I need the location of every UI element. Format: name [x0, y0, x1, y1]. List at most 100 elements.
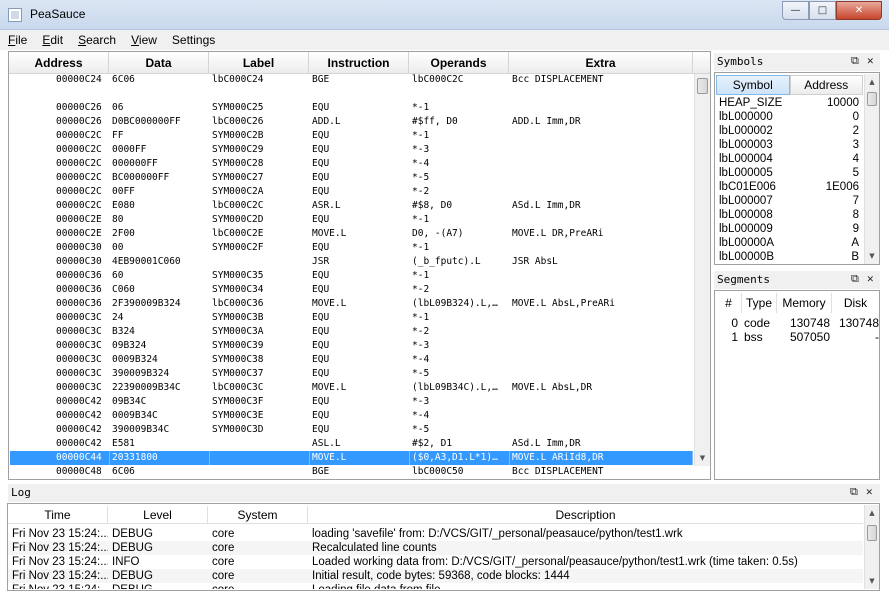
- table-row[interactable]: 00000C30 4EB90001C060 JSR (_b_fputc).L JSR A…: [10, 255, 693, 269]
- log-rows[interactable]: Fri Nov 23 15:24:... DEBUG core loading 'sa…: [8, 527, 863, 589]
- col-label[interactable]: Label: [209, 52, 309, 73]
- list-item[interactable]: lbL000003 3: [716, 138, 863, 152]
- cell-label: [210, 255, 310, 269]
- list-item[interactable]: lbL000002 2: [716, 124, 863, 138]
- col-instruction[interactable]: Instruction: [309, 52, 409, 73]
- segments-dock-header[interactable]: Segments ⧉ ✕: [714, 271, 880, 289]
- table-row[interactable]: 00000C2C BC000000FF SYM000C27 EQU *-5: [10, 171, 693, 185]
- scroll-up-arrow-icon[interactable]: ▲: [865, 505, 879, 521]
- list-item[interactable]: lbL000008 8: [716, 208, 863, 222]
- scroll-down-arrow-icon[interactable]: ▼: [695, 450, 710, 466]
- col-seg-type[interactable]: Type: [742, 293, 777, 313]
- table-row[interactable]: 00000C44 20331800 MOVE.L ($0,A3,D1.L*1)… MOV…: [10, 451, 693, 465]
- scroll-thumb[interactable]: [867, 525, 877, 541]
- menu-settings[interactable]: Settings: [164, 30, 222, 50]
- table-row[interactable]: 00000C2C FF SYM000C2B EQU *-1: [10, 129, 693, 143]
- float-icon[interactable]: ⧉: [851, 54, 859, 68]
- scroll-thumb[interactable]: [867, 92, 877, 106]
- col-data[interactable]: Data: [109, 52, 209, 73]
- col-level[interactable]: Level: [108, 506, 208, 523]
- symbols-list[interactable]: HEAP_SIZE 10000 lbL000000 0 lbL000002 2 lbL000…: [716, 96, 863, 264]
- col-sym-address[interactable]: Address: [789, 75, 863, 95]
- menu-view[interactable]: View: [123, 30, 164, 50]
- col-seg-memory[interactable]: Memory: [777, 293, 832, 313]
- close-icon[interactable]: ✕: [867, 54, 874, 67]
- table-row[interactable]: 00000C30 00 SYM000C2F EQU *-1: [10, 241, 693, 255]
- table-row[interactable]: Fri Nov 23 15:24:... DEBUG core Recalculate…: [8, 541, 863, 555]
- scroll-down-arrow-icon[interactable]: ▼: [865, 248, 879, 264]
- table-row[interactable]: 1 bss 507050 -: [716, 330, 879, 344]
- float-icon[interactable]: ⧉: [850, 485, 858, 499]
- table-row[interactable]: Fri Nov 23 15:24:...DEBUGcoreLoading fil…: [8, 583, 863, 589]
- close-icon[interactable]: ✕: [866, 485, 873, 498]
- menu-search[interactable]: Search: [70, 30, 123, 50]
- table-row[interactable]: 00000C3C 0009B324 SYM000C38 EQU *-4: [10, 353, 693, 367]
- log-vscroll[interactable]: ▲ ▼: [864, 505, 879, 589]
- maximize-button[interactable]: □: [809, 1, 836, 20]
- table-row[interactable]: 00000C24 6C06 lbC000C24 BGE lbC000C2C Bcc DIS…: [10, 73, 693, 87]
- table-row[interactable]: 00000C3C 09B324 SYM000C39 EQU *-3: [10, 339, 693, 353]
- table-row[interactable]: 00000C3C 22390009B34C lbC000C3C MOVE.L (lbL0…: [10, 381, 693, 395]
- table-row[interactable]: 00000C36 60 SYM000C35 EQU *-1: [10, 269, 693, 283]
- table-row[interactable]: Fri Nov 23 15:24:... INFO core Loaded worki…: [8, 555, 863, 569]
- table-row[interactable]: 00000C2C 0000FF SYM000C29 EQU *-3: [10, 143, 693, 157]
- title-bar[interactable]: PeaSauce — □ ✕: [0, 0, 889, 30]
- close-button[interactable]: ✕: [836, 1, 882, 20]
- table-row[interactable]: 00000C3C 24 SYM000C3B EQU *-1: [10, 311, 693, 325]
- cell-instruction: [310, 87, 410, 101]
- col-seg-disk[interactable]: Disk: [832, 293, 879, 313]
- disassembly-vscroll[interactable]: ▲ ▼: [694, 74, 710, 466]
- scroll-thumb[interactable]: [697, 78, 708, 94]
- list-item[interactable]: lbL00000B B: [716, 250, 863, 264]
- scroll-up-arrow-icon[interactable]: ▲: [865, 74, 879, 90]
- table-row[interactable]: 00000C42 390009B34C SYM000C3D EQU *-5: [10, 423, 693, 437]
- table-row[interactable]: 00000C2E 80 SYM000C2D EQU *-1: [10, 213, 693, 227]
- table-row[interactable]: 00000C36 2F390009B324 lbC000C36 MOVE.L (lbL0…: [10, 297, 693, 311]
- table-row[interactable]: Fri Nov 23 15:24:... DEBUG core loading 'sa…: [8, 527, 863, 541]
- close-icon[interactable]: ✕: [867, 272, 874, 285]
- col-description[interactable]: Description: [308, 506, 863, 523]
- col-operands[interactable]: Operands: [409, 52, 509, 73]
- table-row[interactable]: Fri Nov 23 15:24:... DEBUG core Initial res…: [8, 569, 863, 583]
- col-time[interactable]: Time: [8, 506, 108, 523]
- log-dock-header[interactable]: Log ⧉ ✕: [8, 484, 880, 502]
- list-item[interactable]: lbL000004 4: [716, 152, 863, 166]
- table-row[interactable]: 00000C36 C060 SYM000C34 EQU *-2: [10, 283, 693, 297]
- col-extra[interactable]: Extra: [509, 52, 693, 73]
- list-item[interactable]: lbL00000A A: [716, 236, 863, 250]
- symbols-vscroll[interactable]: ▲ ▼: [864, 74, 879, 264]
- table-row[interactable]: 00000C48 6C06 BGE lbC000C50 Bcc DISPLACEMENT: [10, 465, 693, 477]
- table-row[interactable]: 00000C42 09B34C SYM000C3F EQU *-3: [10, 395, 693, 409]
- list-item[interactable]: lbL000000 0: [716, 110, 863, 124]
- disassembly-rows[interactable]: 00000C24 6C06 lbC000C24 BGE lbC000C2C Bcc DIS…: [10, 73, 693, 477]
- cell-address: 00000C30: [56, 256, 102, 267]
- minimize-button[interactable]: —: [782, 1, 809, 20]
- table-row[interactable]: [10, 87, 693, 101]
- col-symbol[interactable]: Symbol: [716, 75, 790, 95]
- table-row[interactable]: 00000C2E 2F00 lbC000C2E MOVE.L D0, -(A7) MOVE…: [10, 227, 693, 241]
- symbols-dock-header[interactable]: Symbols ⧉ ✕: [714, 53, 880, 71]
- cell-data: 09B324: [112, 340, 147, 351]
- menu-edit[interactable]: Edit: [34, 30, 70, 50]
- col-address[interactable]: Address: [9, 52, 109, 73]
- table-row[interactable]: 00000C3C B324 SYM000C3A EQU *-2: [10, 325, 693, 339]
- table-row[interactable]: 00000C3C 390009B324 SYM000C37 EQU *-5: [10, 367, 693, 381]
- col-seg-number[interactable]: #: [716, 293, 742, 313]
- scroll-down-arrow-icon[interactable]: ▼: [865, 573, 879, 589]
- table-row[interactable]: 00000C2C E080 lbC000C2C ASR.L #$8, D0 ASd.L I…: [10, 199, 693, 213]
- list-item[interactable]: HEAP_SIZE 10000: [716, 96, 863, 110]
- table-row[interactable]: 00000C42 0009B34C SYM000C3E EQU *-4: [10, 409, 693, 423]
- col-system[interactable]: System: [208, 506, 308, 523]
- list-item[interactable]: lbL000005 5: [716, 166, 863, 180]
- table-row[interactable]: 0 code 130748 130748: [716, 316, 879, 330]
- table-row[interactable]: 00000C26 D0BC000000FF lbC000C26 ADD.L #$ff, …: [10, 115, 693, 129]
- table-row[interactable]: 00000C26 06 SYM000C25 EQU *-1: [10, 101, 693, 115]
- table-row[interactable]: 00000C42 E581 ASL.L #$2, D1 ASd.L Imm,DR: [10, 437, 693, 451]
- list-item[interactable]: lbL000007 7: [716, 194, 863, 208]
- list-item[interactable]: lbL000009 9: [716, 222, 863, 236]
- menu-file[interactable]: File: [0, 30, 34, 50]
- table-row[interactable]: 00000C2C 000000FF SYM000C28 EQU *-4: [10, 157, 693, 171]
- float-icon[interactable]: ⧉: [851, 272, 859, 286]
- table-row[interactable]: 00000C2C 00FF SYM000C2A EQU *-2: [10, 185, 693, 199]
- list-item[interactable]: lbC01E006 1E006: [716, 180, 863, 194]
